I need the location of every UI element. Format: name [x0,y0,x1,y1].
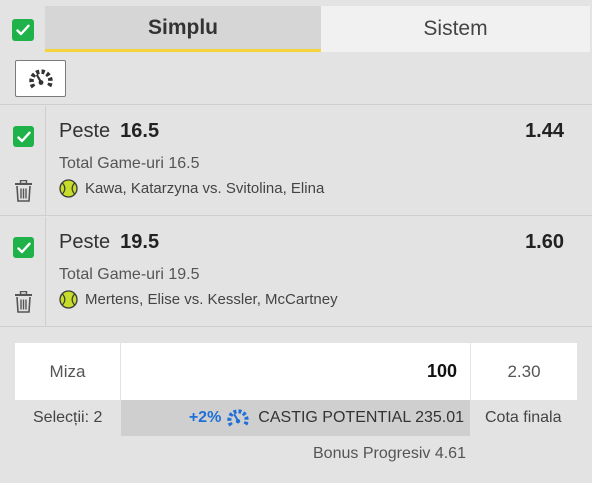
bonus-gauge-button[interactable] [15,60,66,97]
bet-row: Peste 19.5 1.60 Total Game-uri 19.5 Merte… [0,217,592,327]
bet-event-name: Kawa, Katarzyna vs. Svitolina, Elina [85,180,325,197]
trash-icon[interactable] [14,180,33,202]
gauge-icon[interactable] [226,408,250,428]
bet-pick: Peste 19.5 [59,231,159,254]
potential-win-text: CASTIG POTENTIAL 235.01 [258,409,464,426]
total-odds-value: 2.30 [471,343,577,400]
bet-controls [0,217,46,326]
betslip-toolbar [0,52,592,105]
tab-sistem[interactable]: Sistem [321,6,590,52]
bet-selection: Peste [59,120,111,142]
tab-sistem-label: Sistem [423,17,488,40]
bet-market: Total Game-uri 19.5 [59,266,200,283]
gauge-icon [28,69,53,88]
bet-controls [0,106,46,215]
bet-line: 16.5 [120,120,160,142]
bonus-progresiv: Bonus Progresiv 4.61 [313,445,466,462]
bet-event[interactable]: Mertens, Elise vs. Kessler, McCartney [59,290,338,309]
bet-checkbox[interactable] [13,126,34,147]
bet-selection: Peste [59,231,111,253]
stake-input[interactable]: 100 [121,343,470,400]
bet-odds: 1.60 [525,231,564,253]
betslip: Simplu Sistem Peste 16.5 1.44 Total Game… [0,0,592,483]
tab-simplu[interactable]: Simplu [45,6,321,52]
bet-odds: 1.44 [525,120,564,142]
stake-label: Miza [15,343,120,400]
checkmark-icon [16,131,31,142]
betslip-header: Simplu Sistem [0,0,592,52]
bet-market: Total Game-uri 16.5 [59,155,200,172]
tab-simplu-label: Simplu [147,15,218,39]
total-odds-label: Cota finala [485,409,562,426]
bet-event-name: Mertens, Elise vs. Kessler, McCartney [85,291,338,308]
trash-icon[interactable] [14,291,33,313]
selections-count: Selecții: 2 [33,409,103,426]
bet-pick: Peste 16.5 [59,120,159,143]
tennis-ball-icon [59,290,78,309]
bet-row: Peste 16.5 1.44 Total Game-uri 16.5 Kawa,… [0,106,592,216]
tennis-ball-icon [59,179,78,198]
bet-line: 19.5 [120,231,160,253]
stake-panel: Miza 100 2.30 Selecții: 2 +2% CASTIG POT… [0,328,592,483]
potential-win-bar: +2% CASTIG POTENTIAL 235.01 [121,400,470,436]
checkmark-icon [16,24,30,36]
bonus-percent: +2% [188,409,222,426]
bet-checkbox[interactable] [13,237,34,258]
checkmark-icon [16,242,31,253]
bet-event[interactable]: Kawa, Katarzyna vs. Svitolina, Elina [59,179,324,198]
select-all-checkbox[interactable] [12,19,34,41]
